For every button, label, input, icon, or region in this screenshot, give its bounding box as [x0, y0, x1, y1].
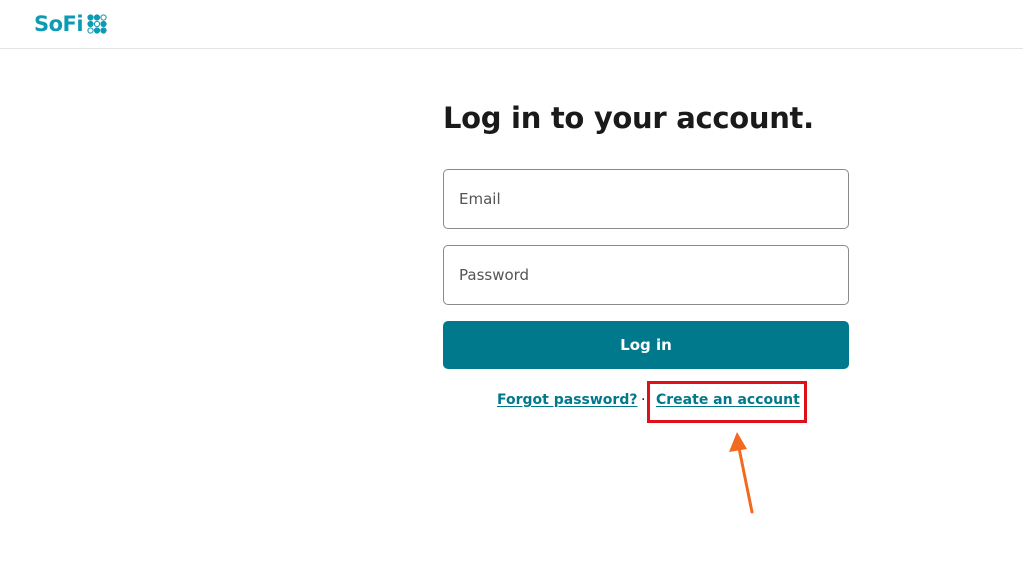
top-header: SoFi: [0, 0, 1023, 49]
forgot-password-link[interactable]: Forgot password?: [497, 392, 637, 408]
highlight-box: [647, 381, 807, 423]
arrow-up-icon: [729, 432, 754, 514]
forgot-password-container: Forgot password?: [497, 390, 637, 410]
sofi-logo[interactable]: SoFi: [34, 12, 107, 36]
password-input[interactable]: [444, 246, 848, 304]
logo-dots-icon: [87, 14, 107, 34]
page-title: Log in to your account.: [443, 101, 814, 135]
password-field-container[interactable]: [443, 245, 849, 305]
link-separator: ·: [641, 392, 646, 408]
login-button[interactable]: Log in: [443, 321, 849, 369]
email-field-container[interactable]: [443, 169, 849, 229]
logo-text: SoFi: [34, 12, 84, 36]
email-input[interactable]: [444, 170, 848, 228]
